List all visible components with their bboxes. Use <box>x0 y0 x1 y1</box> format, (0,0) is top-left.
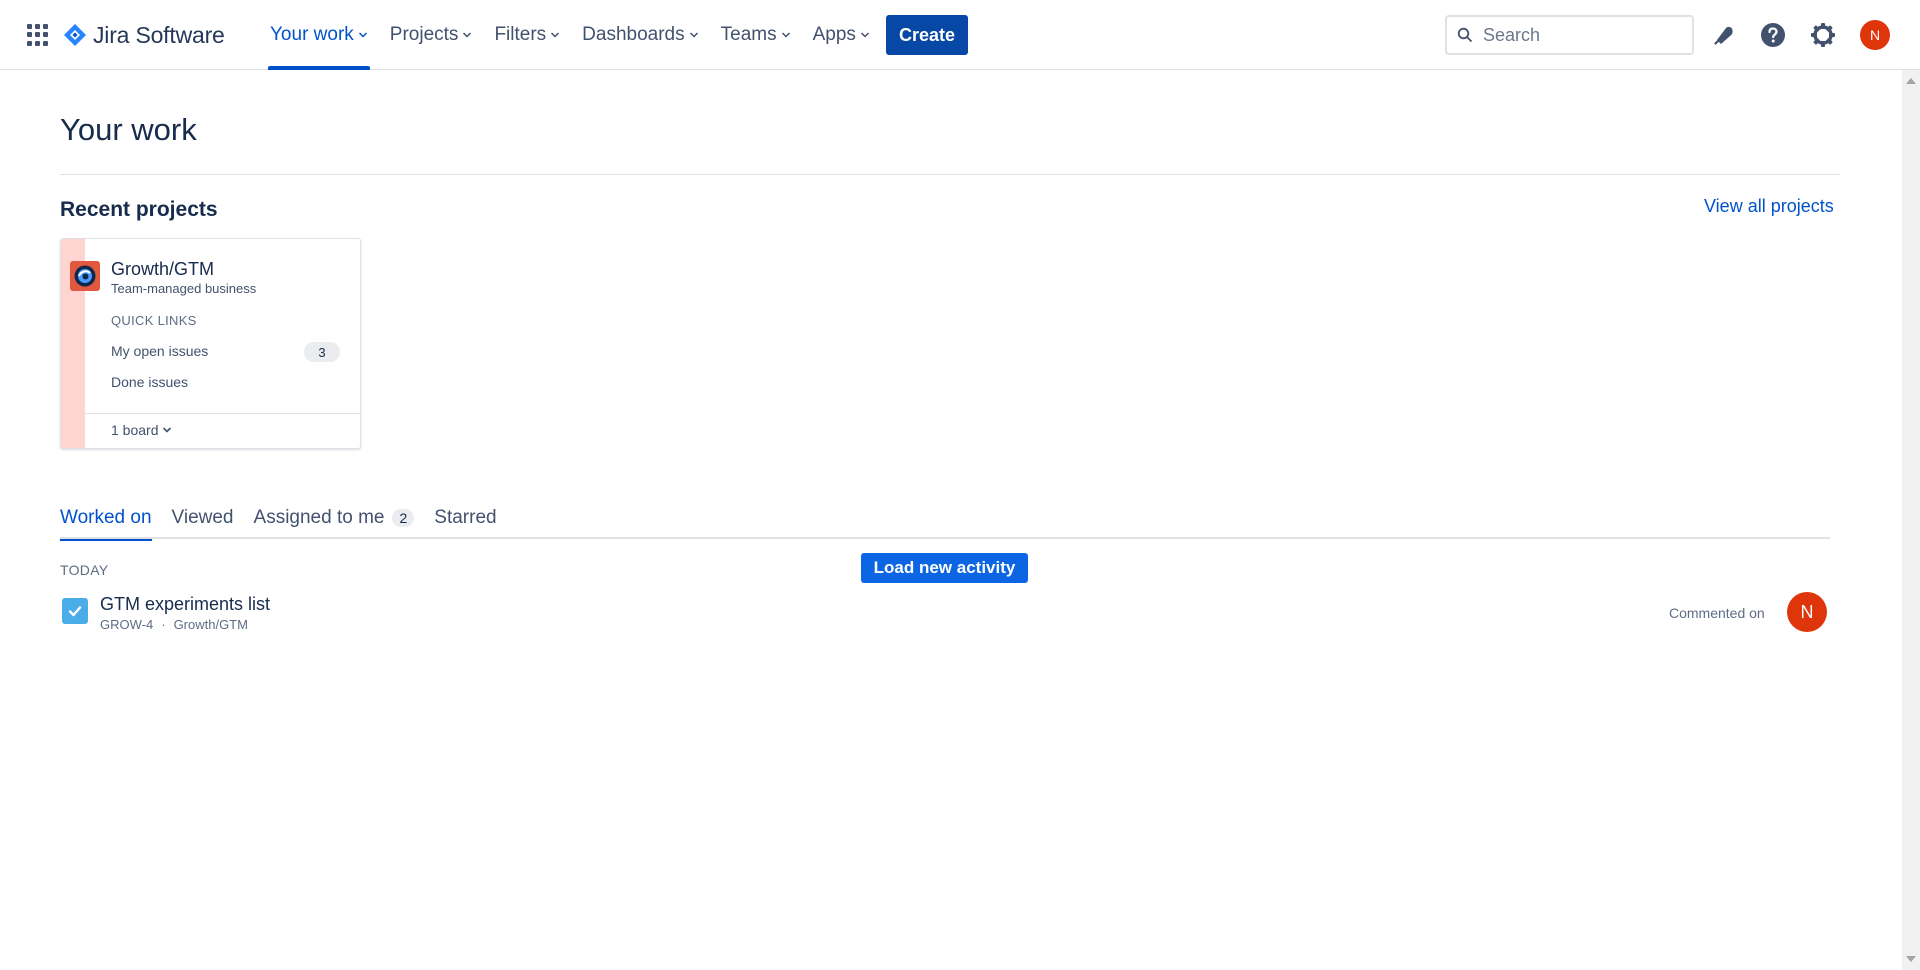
boards-dropdown[interactable]: 1 board <box>111 422 172 438</box>
project-name[interactable]: Growth/GTM <box>111 259 214 280</box>
tab-starred[interactable]: Starred <box>434 500 496 539</box>
task-checkbox-icon <box>62 598 88 624</box>
jira-logo-icon <box>64 24 86 46</box>
create-button[interactable]: Create <box>886 15 968 55</box>
chevron-down-icon <box>163 427 172 433</box>
nav-projects[interactable]: Projects <box>382 0 481 70</box>
app-switcher-icon[interactable] <box>27 24 49 46</box>
activity-tabs: Worked on Viewed Assigned to me 2 Starre… <box>60 500 1830 541</box>
search-box[interactable] <box>1445 15 1694 55</box>
notifications-icon[interactable] <box>1709 20 1739 50</box>
app-name: Jira Software <box>93 21 225 48</box>
project-avatar-icon <box>70 261 100 291</box>
nav-your-work-label: Your work <box>270 24 354 45</box>
recent-projects-title: Recent projects <box>60 198 218 221</box>
scroll-up-icon[interactable] <box>1906 78 1916 84</box>
chevron-down-icon <box>551 32 560 38</box>
load-new-activity-button[interactable]: Load new activity <box>861 553 1028 583</box>
settings-icon[interactable] <box>1808 20 1838 50</box>
issue-key: GROW-4 <box>100 617 154 632</box>
tab-viewed[interactable]: Viewed <box>172 500 234 539</box>
nav-projects-label: Projects <box>389 24 459 45</box>
chevron-down-icon <box>689 32 698 38</box>
nav-apps-label: Apps <box>812 24 856 45</box>
primary-nav: Your work Projects Filters Dashboards Te… <box>262 0 884 70</box>
tab-worked-on-label: Worked on <box>60 506 152 528</box>
tab-assigned-to-me-label: Assigned to me <box>253 506 385 528</box>
chevron-down-icon <box>860 32 869 38</box>
chevron-down-icon <box>358 32 367 38</box>
activity-action-text: Commented on <box>1669 605 1765 621</box>
chevron-down-icon <box>781 32 790 38</box>
tab-viewed-label: Viewed <box>171 506 234 528</box>
scroll-down-icon[interactable] <box>1906 956 1916 962</box>
chevron-down-icon <box>463 32 472 38</box>
project-type: Team-managed business <box>111 281 257 296</box>
divider <box>60 174 1840 175</box>
jira-logo[interactable]: Jira Software <box>63 20 225 50</box>
search-input[interactable] <box>1483 24 1673 46</box>
top-navigation: Jira Software Your work Projects Filters… <box>0 0 1920 70</box>
activity-item[interactable]: GTM experiments list GROW-4 · Growth/GTM C… <box>60 592 1830 634</box>
done-issues-link[interactable]: Done issues <box>111 374 188 390</box>
activity-user-avatar: N <box>1787 592 1827 632</box>
user-avatar[interactable]: N <box>1860 20 1890 50</box>
project-card[interactable]: Growth/GTM Team-managed business QUICK L… <box>60 238 361 449</box>
help-icon[interactable] <box>1758 20 1788 50</box>
nav-teams-label: Teams <box>720 24 777 45</box>
nav-dashboards[interactable]: Dashboards <box>574 0 706 70</box>
page-title: Your work <box>60 112 197 147</box>
issue-title[interactable]: GTM experiments list <box>100 594 270 615</box>
nav-your-work[interactable]: Your work <box>262 0 376 70</box>
nav-teams[interactable]: Teams <box>713 0 799 70</box>
nav-filters[interactable]: Filters <box>486 0 568 70</box>
activity-group-label: TODAY <box>60 562 109 578</box>
meta-separator: · <box>161 617 166 632</box>
nav-filters-label: Filters <box>494 24 547 45</box>
search-icon <box>1457 27 1473 43</box>
tab-starred-label: Starred <box>434 506 497 528</box>
view-all-projects-link[interactable]: View all projects <box>1704 196 1834 217</box>
boards-label: 1 board <box>111 422 159 438</box>
card-footer-divider <box>85 413 360 414</box>
page-scrollbar[interactable] <box>1902 70 1920 970</box>
nav-dashboards-label: Dashboards <box>582 24 685 45</box>
quick-links-heading: QUICK LINKS <box>111 313 197 328</box>
assigned-count-badge: 2 <box>392 508 415 527</box>
issue-project: Growth/GTM <box>173 617 248 632</box>
my-open-issues-link[interactable]: My open issues <box>111 343 208 359</box>
issue-meta: GROW-4 · Growth/GTM <box>100 617 248 632</box>
tab-worked-on[interactable]: Worked on <box>60 500 152 541</box>
tab-assigned-to-me[interactable]: Assigned to me 2 <box>254 500 415 539</box>
nav-apps[interactable]: Apps <box>805 0 878 70</box>
open-issues-count-badge: 3 <box>304 342 340 362</box>
